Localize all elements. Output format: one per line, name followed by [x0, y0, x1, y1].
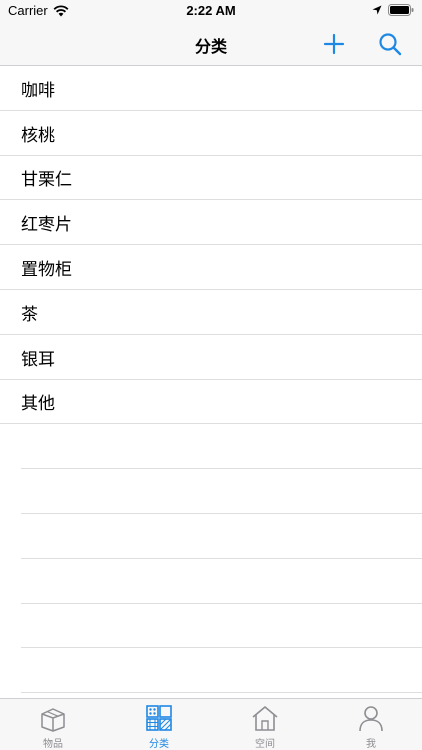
- tab-me-label: 我: [366, 739, 376, 750]
- status-bar: Carrier 2:22 AM: [0, 0, 422, 22]
- status-time: 2:22 AM: [186, 3, 236, 18]
- tab-me[interactable]: 我: [318, 699, 422, 750]
- tab-items-label: 物品: [43, 739, 63, 750]
- list-item[interactable]: 银耳: [0, 335, 422, 380]
- location-arrow-icon: [372, 5, 382, 15]
- category-grid-icon: [146, 705, 172, 731]
- navigation-bar: 分类: [0, 22, 422, 66]
- list-item-label: 咖啡: [21, 80, 55, 101]
- tab-bar: 物品 分类 空间 我: [0, 698, 422, 750]
- empty-row: [0, 559, 422, 604]
- list-item[interactable]: 红枣片: [0, 200, 422, 245]
- person-icon: [359, 706, 383, 732]
- add-button[interactable]: [320, 30, 348, 58]
- list-item-label: 茶: [21, 304, 38, 325]
- list-item-label: 其他: [21, 394, 55, 415]
- list-item-label: 置物柜: [21, 260, 72, 281]
- empty-row: [0, 424, 422, 469]
- list-item[interactable]: 核桃: [0, 111, 422, 156]
- empty-row: [0, 604, 422, 649]
- empty-row: [0, 648, 422, 693]
- list-item-label: 甘栗仁: [21, 170, 72, 191]
- tab-categories[interactable]: 分类: [106, 699, 212, 750]
- add-icon: [323, 33, 345, 55]
- house-icon: [252, 706, 278, 731]
- list-item[interactable]: 置物柜: [0, 245, 422, 290]
- category-list: 咖啡 核桃 甘栗仁 红枣片 置物柜 茶 银耳 其他: [0, 66, 422, 698]
- list-item[interactable]: 其他: [0, 380, 422, 425]
- tab-categories-label: 分类: [149, 739, 169, 750]
- list-item-label: 银耳: [21, 349, 55, 370]
- list-item[interactable]: 茶: [0, 290, 422, 335]
- search-button[interactable]: [376, 30, 404, 58]
- list-item-label: 红枣片: [21, 215, 72, 236]
- page-title: 分类: [194, 37, 227, 56]
- empty-row: [0, 514, 422, 559]
- empty-row: [0, 469, 422, 514]
- tab-spaces-label: 空间: [255, 739, 275, 750]
- tab-spaces[interactable]: 空间: [212, 699, 318, 750]
- list-item-label: 核桃: [21, 125, 55, 146]
- list-item[interactable]: 甘栗仁: [0, 156, 422, 201]
- search-icon: [379, 33, 402, 56]
- battery-icon: [388, 4, 414, 16]
- tab-items[interactable]: 物品: [0, 699, 106, 750]
- list-item[interactable]: 咖啡: [0, 66, 422, 111]
- box-icon: [41, 708, 65, 732]
